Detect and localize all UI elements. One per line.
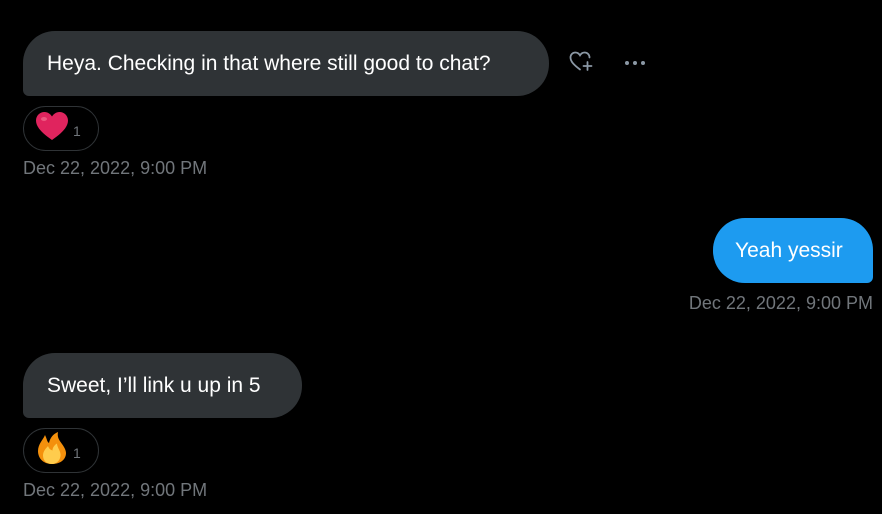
- message-bubble-received[interactable]: Sweet, I’ll link u up in 5: [23, 353, 302, 418]
- more-options-icon: [622, 54, 648, 72]
- add-reaction-button[interactable]: [568, 50, 594, 76]
- reaction-count: 1: [73, 122, 81, 139]
- message-bubble-sent[interactable]: Yeah yessir: [713, 218, 873, 283]
- more-options-button[interactable]: [622, 50, 648, 76]
- reaction-chip[interactable]: 1: [23, 106, 99, 151]
- message-timestamp: Dec 22, 2022, 9:00 PM: [23, 158, 208, 178]
- message-bubble-received[interactable]: Heya. Checking in that where still good …: [23, 31, 549, 96]
- message-text: Yeah yessir: [735, 238, 843, 262]
- dm-conversation: Heya. Checking in that where still good …: [0, 0, 882, 514]
- reaction-chip[interactable]: 1: [23, 428, 99, 473]
- red-heart-icon: [34, 110, 70, 147]
- message-timestamp: Dec 22, 2022, 9:00 PM: [688, 293, 873, 313]
- fire-icon: [34, 431, 70, 470]
- reaction-count: 1: [73, 444, 81, 461]
- message-actions: [568, 50, 648, 76]
- message-timestamp: Dec 22, 2022, 9:00 PM: [23, 480, 208, 500]
- message-text: Heya. Checking in that where still good …: [47, 51, 491, 75]
- add-reaction-icon: [568, 49, 594, 78]
- message-text: Sweet, I’ll link u up in 5: [47, 373, 261, 397]
